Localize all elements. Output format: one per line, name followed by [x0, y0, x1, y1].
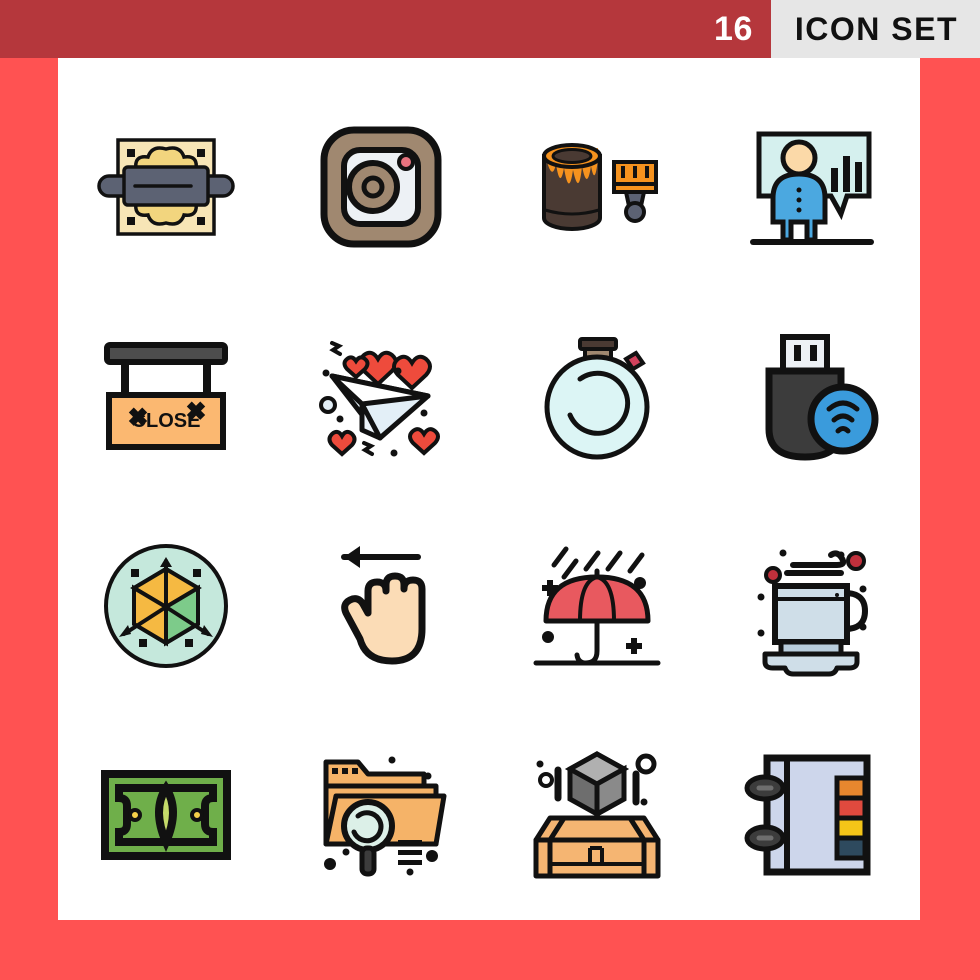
header-banner: 16 ICON SET: [0, 0, 980, 58]
umbrella-rain-icon: [533, 546, 661, 666]
icon-cell-coffee-cup[interactable]: [705, 501, 921, 711]
usb-wifi-icon: [765, 334, 879, 461]
icon-cell-umbrella-rain[interactable]: [489, 501, 705, 711]
icon-cell-usb-wifi[interactable]: [705, 292, 921, 502]
icon-cell-swipe-left-hand[interactable]: [274, 501, 490, 711]
icon-cell-banknote[interactable]: [58, 711, 274, 921]
paper-plane-hearts-icon: [319, 341, 441, 457]
icon-count: 16: [714, 9, 753, 48]
icon-canvas: CLOSE: [58, 58, 920, 920]
banknote-icon: [100, 770, 231, 861]
icon-cell-rolling-pin-dough[interactable]: [58, 82, 274, 292]
swipe-left-hand-icon: [341, 545, 426, 665]
presentation-person-icon: [750, 131, 875, 245]
coffee-cup-icon: [757, 549, 869, 677]
icon-cell-folder-search[interactable]: [274, 711, 490, 921]
header-title-panel: ICON SET: [770, 0, 980, 58]
icon-cell-paint-bucket-brush[interactable]: [489, 82, 705, 292]
icon-grid: CLOSE: [58, 58, 920, 920]
icon-cell-paper-plane-hearts[interactable]: [274, 292, 490, 502]
icon-cell-close-sign[interactable]: CLOSE: [58, 292, 274, 502]
notebook-tabs-icon: [744, 754, 871, 876]
camera-icon: [320, 126, 442, 248]
page-title: ICON SET: [794, 10, 958, 47]
icon-set-page: 16 ICON SET CLOSE: [0, 0, 980, 980]
close-sign-icon: CLOSE: [103, 342, 228, 451]
3d-cube-axes-icon: [103, 543, 228, 668]
icon-cell-3d-cube-axes[interactable]: [58, 501, 274, 711]
rolling-pin-dough-icon: [97, 138, 235, 236]
paint-bucket-brush-icon: [541, 142, 658, 231]
folder-search-icon: [323, 756, 447, 877]
icon-cell-camera[interactable]: [274, 82, 490, 292]
icon-cell-open-box-cube[interactable]: [489, 711, 705, 921]
icon-cell-stopwatch[interactable]: [489, 292, 705, 502]
open-box-cube-icon: [533, 751, 661, 879]
icon-cell-notebook-tabs[interactable]: [705, 711, 921, 921]
icon-cell-presentation-person[interactable]: [705, 82, 921, 292]
stopwatch-icon: [544, 337, 650, 460]
